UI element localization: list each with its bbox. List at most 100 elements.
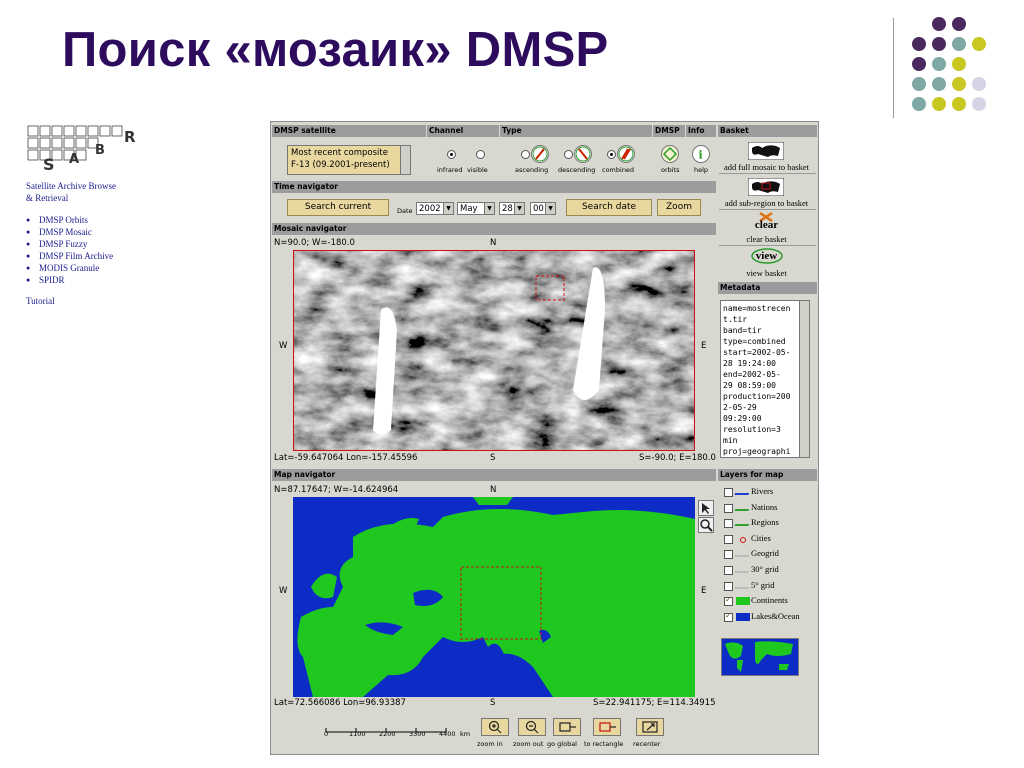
sidebar-title: Satellite Archive Browse [26,181,116,191]
divider-line [893,18,894,118]
satellite-list-scrollbar[interactable] [400,146,410,174]
decorative-dot [952,57,966,71]
scale-tick-2200: 2200 [379,730,396,738]
orbits-label: orbits [661,166,680,174]
decorative-dot [912,77,926,91]
sidebar: Satellite Archive Browse & Retrieval DMS… [26,180,116,307]
layer-label: Rivers [751,486,774,496]
layer-checkbox[interactable] [724,611,733,622]
svg-text:R: R [124,128,136,146]
satellite-list[interactable]: Most recent composite F-13 (09.2001-pres… [287,145,411,175]
recenter-label: recenter [633,740,661,748]
chevron-down-icon: ▼ [514,203,524,214]
decorative-dot [952,97,966,111]
layer-swatch-icon [740,536,746,543]
hour-value: 00 [533,204,544,214]
satellite-option-composite[interactable]: Most recent composite [291,148,388,158]
layer-checkbox[interactable] [724,503,733,513]
sidebar-link-dmsp-orbits[interactable]: DMSP Orbits [26,214,116,226]
type-descending-radio[interactable] [564,150,573,159]
layer-checkbox[interactable] [724,581,733,591]
mosaic-satellite-image[interactable] [293,250,695,451]
mosaic-se-coords: S=-90.0; E=180.0 [639,453,716,463]
help-label: help [694,166,709,174]
recenter-button[interactable] [636,718,664,736]
zoom-in-button[interactable] [481,718,509,736]
sabr-logo: S A B R [27,125,136,174]
channel-infrared-radio[interactable] [447,150,456,159]
orbits-icon[interactable] [661,145,679,163]
chevron-down-icon: ▼ [484,203,494,214]
layer-label: 30° grid [751,564,779,574]
decorative-dot [972,97,986,111]
year-select[interactable]: 2002 ▼ [416,202,454,215]
to-rectangle-label: to rectangle [584,740,624,748]
mosaic-north-label: N [490,238,497,248]
combined-orbit-icon [617,145,635,163]
sidebar-link-dmsp-film-archive[interactable]: DMSP Film Archive [26,250,116,262]
sidebar-link-dmsp-fuzzy[interactable]: DMSP Fuzzy [26,238,116,250]
search-date-button[interactable]: Search date [566,199,652,216]
header-mosaic-navigator: Mosaic navigator [272,223,716,235]
layer-checkbox[interactable] [724,519,733,529]
search-current-button[interactable]: Search current [287,199,389,216]
map-north-label: N [490,485,497,495]
metadata-textarea[interactable]: name=mostrecen t.tir band=tir type=combi… [720,300,810,458]
channel-infrared-label: infrared [437,166,463,174]
layer-label: Geogrid [751,548,779,559]
layer-checkbox[interactable] [724,488,733,497]
satellite-option-f13[interactable]: F-13 (09.2001-present) [291,160,390,170]
map-se-coords: S=22.941175; E=114.34915 [593,698,716,708]
sidebar-link-spidr[interactable]: SPIDR [26,274,116,286]
sidebar-link-modis-granule[interactable]: MODIS Granule [26,262,116,274]
map-west-label: W [279,586,288,596]
month-select[interactable]: May ▼ [457,202,495,215]
hour-select[interactable]: 00 ▼ [530,202,556,215]
decorative-dot [972,77,986,91]
chevron-down-icon: ▼ [443,203,453,214]
day-select[interactable]: 28 ▼ [499,202,525,215]
map-image[interactable] [293,497,695,697]
header-layers-for-map: Layers for map [718,469,817,481]
layer-swatch-icon [734,581,752,589]
layer-label: Regions [751,517,779,528]
svg-text:S: S [43,155,55,174]
scale-tick-0: 0 [324,730,329,738]
descending-orbit-icon [574,145,592,163]
header-dmsp-satellite: DMSP satellite [272,125,426,137]
decorative-dot [912,97,926,111]
layer-checkbox[interactable] [724,595,733,607]
layer-label: Continents [751,595,788,606]
pointer-tool-icon[interactable] [698,500,714,516]
layer-checkbox[interactable] [724,550,733,560]
tutorial-link[interactable]: Tutorial [26,295,116,307]
header-type: Type [500,125,652,137]
map-cursor-latlon: Lat=72.566086 Lon=96.93387 [274,698,406,708]
help-icon[interactable]: i [692,145,710,163]
mosaic-nw-coords: N=90.0; W=-180.0 [274,238,355,248]
type-ascending-radio[interactable] [521,150,530,159]
sidebar-link-dmsp-mosaic[interactable]: DMSP Mosaic [26,226,116,238]
zoom-out-button[interactable] [518,718,546,736]
metadata-panel: name=mostrecen t.tir band=tir type=combi… [718,122,817,462]
date-label: Date [397,207,413,215]
magnifier-tool-icon[interactable] [698,517,714,533]
header-dmsp: DMSP [653,125,685,137]
metadata-scrollbar[interactable] [799,301,809,457]
header-time-navigator: Time navigator [272,181,716,193]
svg-text:i: i [699,149,703,162]
channel-visible-radio[interactable] [476,150,485,159]
layer-label: 5° grid [751,579,775,590]
layer-label: Lakes&Ocean [751,610,800,621]
header-channel: Channel [427,125,499,137]
decorative-dot [932,17,946,31]
scale-unit: km [460,730,471,738]
type-combined-radio[interactable] [607,150,616,159]
layer-checkbox[interactable] [724,566,733,575]
to-rectangle-button[interactable] [593,718,621,736]
go-global-button[interactable] [553,718,581,736]
layer-checkbox[interactable] [724,534,733,544]
overview-map[interactable] [721,638,799,676]
decorative-dot [952,37,966,51]
zoom-button[interactable]: Zoom [657,199,701,216]
